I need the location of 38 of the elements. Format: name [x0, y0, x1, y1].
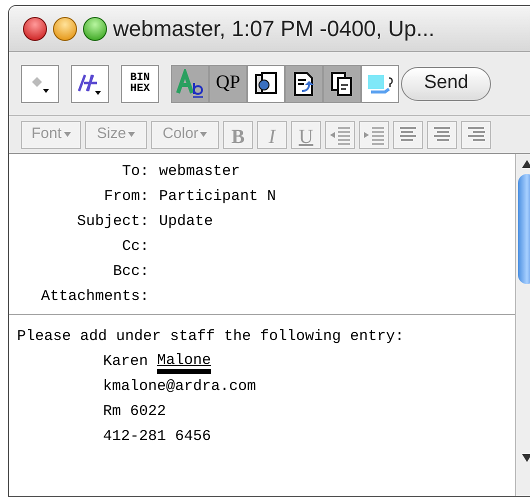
- body-text: 412-281 6456: [103, 427, 212, 448]
- priority-button[interactable]: [21, 64, 59, 102]
- marked-word: Malone: [157, 352, 212, 374]
- field-label: Bcc:: [112, 262, 150, 282]
- field-value[interactable]: webmaster: [159, 161, 240, 184]
- align-right-button[interactable]: [461, 120, 491, 148]
- copy-button[interactable]: [323, 64, 361, 102]
- binhex-button[interactable]: BIN HEX: [121, 64, 159, 102]
- charset-button[interactable]: [71, 64, 109, 102]
- body-text: Please add under staff the following entry:: [17, 327, 404, 348]
- field-label: Attachments:: [40, 287, 150, 308]
- close-button[interactable]: [23, 16, 47, 40]
- sign-button[interactable]: [285, 64, 323, 102]
- field-value[interactable]: Update: [159, 211, 214, 234]
- body-text: Karen: [103, 352, 148, 372]
- spell-button[interactable]: [171, 64, 209, 102]
- field-label: To:: [120, 162, 150, 182]
- caret-icon: [200, 132, 208, 137]
- field-label: Cc:: [120, 237, 150, 258]
- zoom-button[interactable]: [83, 16, 107, 40]
- minimize-button[interactable]: [53, 16, 77, 40]
- align-left-button[interactable]: [393, 120, 423, 148]
- body-text: kmalone@ardra.com: [103, 377, 256, 398]
- field-label: Subject:: [76, 212, 150, 232]
- field-label: From:: [102, 187, 150, 208]
- caret-icon: [128, 132, 136, 137]
- spell-check-icon: [175, 68, 205, 98]
- qp-button[interactable]: QP: [209, 64, 247, 102]
- caret-icon: [64, 132, 70, 137]
- indent-decrease-button[interactable]: [325, 120, 355, 148]
- field-value[interactable]: Participant N: [159, 186, 276, 209]
- send-button[interactable]: Send: [401, 66, 492, 100]
- indent-increase-button[interactable]: [359, 120, 389, 148]
- window-title: webmaster, 1:07 PM -0400, Up...: [113, 15, 435, 43]
- body-text: Rm 6022: [103, 402, 166, 422]
- align-center-button[interactable]: [427, 120, 457, 148]
- scroll-down-icon[interactable]: [522, 454, 530, 462]
- scroll-up-icon[interactable]: [522, 160, 530, 168]
